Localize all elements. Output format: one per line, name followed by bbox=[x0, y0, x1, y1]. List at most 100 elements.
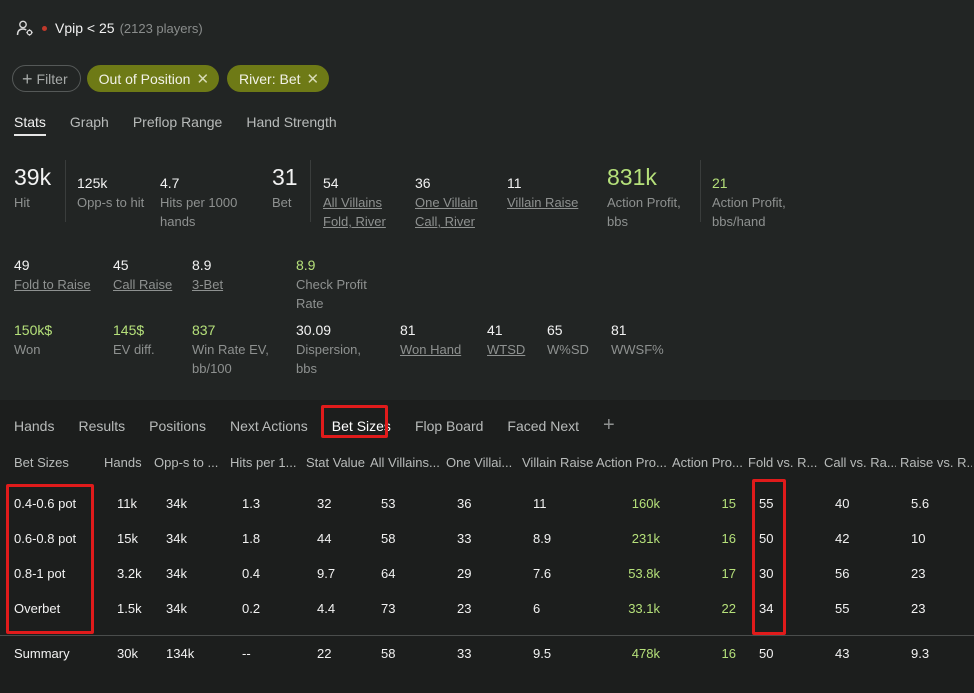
col-all-villains[interactable]: All Villains... bbox=[370, 455, 442, 470]
col-opps[interactable]: Opp-s to ... bbox=[154, 455, 226, 470]
table-cell: 1.5k bbox=[117, 601, 142, 616]
add-tab-icon[interactable]: + bbox=[603, 414, 615, 437]
col-fold-vs-raise[interactable]: Fold vs. R... bbox=[748, 455, 820, 470]
close-icon[interactable]: ✕ bbox=[307, 70, 320, 88]
table-cell: 58 bbox=[381, 646, 396, 661]
tab-flop-board[interactable]: Flop Board bbox=[415, 418, 483, 434]
table-cell: 36 bbox=[457, 496, 472, 511]
tab-positions[interactable]: Positions bbox=[149, 418, 206, 434]
stat-win-rate-ev: 837 Win Rate EV, bb/100 bbox=[192, 322, 269, 376]
stat-all-villains: 54 All Villains Fold, River bbox=[323, 175, 386, 231]
chip-out-of-position[interactable]: Out of Position ✕ bbox=[86, 65, 220, 92]
table-cell: 3.2k bbox=[117, 566, 142, 581]
col-action-profit-hand[interactable]: Action Pro... bbox=[672, 455, 744, 470]
table-row[interactable]: Overbet 1.5k 34k 0.2 4.4 73 23 6 33.1k 22 34 55 23 bbox=[0, 592, 974, 627]
table-cell: 58 bbox=[381, 531, 396, 546]
add-filter-button[interactable]: + Filter bbox=[12, 65, 81, 92]
table-cell: 15 bbox=[721, 496, 736, 511]
col-raise-vs-raise[interactable]: Raise vs. R... bbox=[900, 455, 972, 470]
stat-action-profit: 831k Action Profit, bbs bbox=[607, 164, 681, 229]
col-hits-per[interactable]: Hits per 1... bbox=[230, 455, 302, 470]
table-cell: 1.8 bbox=[242, 531, 261, 546]
col-villain-raise[interactable]: Villain Raise bbox=[522, 455, 594, 470]
stat-villain-raise: 11 Villain Raise bbox=[507, 175, 579, 212]
table-cell: 478k bbox=[631, 646, 660, 661]
table-cell: 33 bbox=[457, 531, 472, 546]
table-cell: 22 bbox=[721, 601, 736, 616]
table-cell: 1.3 bbox=[242, 496, 261, 511]
chip-river-bet[interactable]: River: Bet ✕ bbox=[227, 65, 330, 92]
stat-call-raise: 45 Call Raise bbox=[113, 257, 173, 294]
summary-divider bbox=[0, 635, 974, 636]
one-villain-link[interactable]: One Villain Call, River bbox=[415, 193, 478, 231]
three-bet-link[interactable]: 3-Bet bbox=[192, 275, 223, 294]
tab-stats[interactable]: Stats bbox=[14, 114, 46, 136]
call-raise-link[interactable]: Call Raise bbox=[113, 275, 172, 294]
tab-faced-next[interactable]: Faced Next bbox=[507, 418, 579, 434]
table-cell: 56 bbox=[835, 566, 850, 581]
table-cell: 23 bbox=[911, 601, 926, 616]
table-cell: 53 bbox=[381, 496, 396, 511]
won-hand-link[interactable]: Won Hand bbox=[400, 340, 461, 359]
user-settings-icon[interactable] bbox=[16, 19, 34, 37]
stat-ev-diff: 145$ EV diff. bbox=[113, 322, 155, 357]
stat-wtsd: 41 WTSD bbox=[487, 322, 526, 359]
plus-icon: + bbox=[22, 68, 33, 89]
table-cell: 6 bbox=[533, 601, 541, 616]
tab-hands[interactable]: Hands bbox=[14, 418, 54, 434]
table-cell: 55 bbox=[835, 601, 850, 616]
filter-title: Vpip < 25 (2123 players) bbox=[16, 18, 203, 38]
col-bet-sizes[interactable]: Bet Sizes bbox=[14, 455, 100, 470]
stats-tabs: Stats Graph Preflop Range Hand Strength bbox=[14, 114, 361, 136]
villain-raise-link[interactable]: Villain Raise bbox=[507, 193, 578, 212]
table-cell: 16 bbox=[721, 646, 736, 661]
summary-row[interactable]: Summary 30k 134k -- 22 58 33 9.5 478k 16 50 43 9.3 bbox=[0, 637, 974, 672]
table-cell: 23 bbox=[457, 601, 472, 616]
col-call-vs-raise[interactable]: Call vs. Ra... bbox=[824, 455, 896, 470]
table-cell: 16 bbox=[721, 531, 736, 546]
close-icon[interactable]: ✕ bbox=[196, 70, 209, 88]
filter-chips: + Filter Out of Position ✕ River: Bet ✕ bbox=[12, 65, 337, 92]
table-cell: 0.4 bbox=[242, 566, 261, 581]
fold-vs-raise-column-highlight bbox=[752, 479, 786, 635]
tab-next-actions[interactable]: Next Actions bbox=[230, 418, 308, 434]
table-row[interactable]: 0.6-0.8 pot 15k 34k 1.8 44 58 33 8.9 231k 16 50 42 1… bbox=[0, 522, 974, 557]
player-count: (2123 players) bbox=[119, 20, 203, 36]
col-one-villain[interactable]: One Villai... bbox=[446, 455, 518, 470]
stat-opps-to-hit: 125k Opp-s to hit bbox=[77, 175, 145, 210]
table-cell: 50 bbox=[759, 646, 774, 661]
stat-action-profit-hand: 21 Action Profit, bbs/hand bbox=[712, 175, 786, 229]
table-cell: 9.5 bbox=[533, 646, 552, 661]
table-cell: 15k bbox=[117, 531, 138, 546]
table-row[interactable]: 0.8-1 pot 3.2k 34k 0.4 9.7 64 29 7.6 53.8k 17 30 56… bbox=[0, 557, 974, 592]
tab-results[interactable]: Results bbox=[78, 418, 125, 434]
stat-dispersion: 30.09 Dispersion, bbs bbox=[296, 322, 362, 376]
tab-hand-strength[interactable]: Hand Strength bbox=[246, 114, 336, 136]
stat-bet: 31 Bet bbox=[272, 164, 298, 210]
table-cell: 34k bbox=[166, 566, 187, 581]
table-cell: 231k bbox=[631, 531, 660, 546]
wtsd-link[interactable]: WTSD bbox=[487, 340, 525, 359]
add-filter-label: Filter bbox=[36, 70, 68, 87]
col-action-profit[interactable]: Action Pro... bbox=[596, 455, 668, 470]
status-dot bbox=[42, 25, 47, 31]
divider bbox=[310, 160, 311, 222]
table-cell: 73 bbox=[381, 601, 396, 616]
tab-preflop-range[interactable]: Preflop Range bbox=[133, 114, 223, 136]
divider bbox=[700, 160, 701, 222]
col-stat-value[interactable]: Stat Value bbox=[306, 455, 368, 470]
stat-wsd: 65 W%SD bbox=[547, 322, 589, 357]
table-row[interactable]: 0.4-0.6 pot 11k 34k 1.3 32 53 36 11 160k 15 55 40 5.… bbox=[0, 487, 974, 522]
fold-to-raise-link[interactable]: Fold to Raise bbox=[14, 275, 91, 294]
chip-label: Out of Position bbox=[98, 70, 191, 87]
stat-hits-per-1000: 4.7 Hits per 1000 hands bbox=[160, 175, 238, 229]
filter-name: Vpip < 25 bbox=[55, 20, 115, 36]
table-cell: 34k bbox=[166, 601, 187, 616]
bet-sizes-tab-highlight bbox=[321, 405, 388, 438]
stats-panel: Vpip < 25 (2123 players) + Filter Out of… bbox=[0, 0, 974, 400]
table-cell: 0.2 bbox=[242, 601, 261, 616]
tab-graph[interactable]: Graph bbox=[70, 114, 109, 136]
table-cell: 43 bbox=[835, 646, 850, 661]
col-hands[interactable]: Hands bbox=[104, 455, 150, 470]
all-villains-link[interactable]: All Villains Fold, River bbox=[323, 193, 386, 231]
